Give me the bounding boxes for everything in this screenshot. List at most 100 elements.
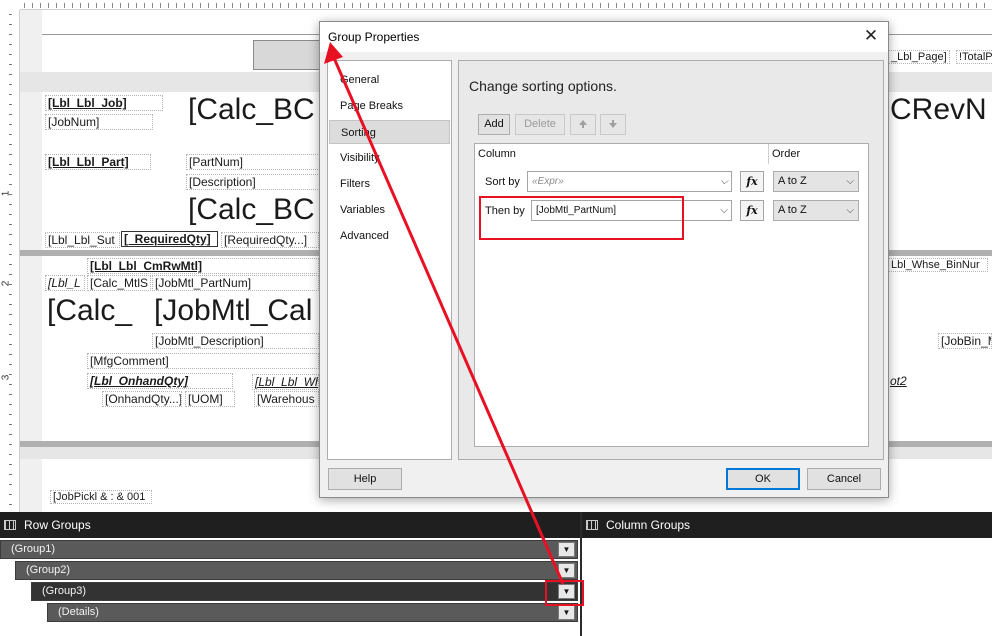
ruler-tick <box>9 254 12 255</box>
ruler-tick <box>984 3 985 8</box>
report-field[interactable]: [Lbl_Lbl_Job] <box>45 95 163 111</box>
report-field[interactable]: _Lbl_Page] <box>888 50 950 64</box>
ruler-tick <box>9 394 12 395</box>
report-field[interactable]: [Calc_ <box>45 294 134 328</box>
arrow-down-icon[interactable] <box>600 114 626 135</box>
report-field[interactable]: !TotalP <box>956 50 992 64</box>
nav-item-filters[interactable]: Filters <box>329 172 450 196</box>
report-field[interactable]: [JobPickl & : & 001 <box>50 490 152 504</box>
report-field[interactable]: [OnhandQty...] <box>102 391 182 407</box>
row-group-item[interactable]: (Group1) ▼ <box>0 540 578 559</box>
dialog-titlebar[interactable]: Group Properties ✕ <box>320 22 888 52</box>
report-field[interactable]: [_RequiredQty] <box>121 231 218 247</box>
nav-item-sorting[interactable]: Sorting <box>329 120 450 144</box>
report-field[interactable]: [JobMtl_Cal <box>152 294 314 328</box>
ruler-tick <box>864 3 865 8</box>
ruler-tick <box>280 3 281 8</box>
add-button[interactable]: Add <box>478 114 510 135</box>
ruler-tick <box>9 134 12 135</box>
nav-item-page-breaks[interactable]: Page Breaks <box>329 94 450 118</box>
delete-button[interactable]: Delete <box>515 114 565 135</box>
row-group-item[interactable]: (Details) ▼ <box>47 603 578 622</box>
close-icon[interactable]: ✕ <box>862 27 880 45</box>
report-field[interactable]: [Calc_MtlS <box>87 275 151 291</box>
report-field[interactable]: [Lbl_L <box>45 275 85 291</box>
group-label: (Group1) <box>11 543 56 555</box>
ruler-tick <box>9 274 12 275</box>
ruler-tick <box>9 354 12 355</box>
report-field[interactable]: [JobNum] <box>45 114 153 130</box>
ruler-tick <box>232 3 233 8</box>
order-header: Order <box>772 148 801 160</box>
properties-nav: General Page Breaks Sorting Visibility F… <box>327 60 452 460</box>
report-field[interactable]: ot2 <box>888 374 909 388</box>
sort-by-expression-combo[interactable]: «Expr» ⌵ <box>527 171 732 192</box>
ruler-tick <box>952 3 953 8</box>
report-field[interactable]: [RequiredQty...] <box>221 232 319 248</box>
arrow-up-icon[interactable] <box>570 114 596 135</box>
row-groups-pane: Row Groups (Group1) ▼ (Group2) ▼ (Group3… <box>0 512 580 636</box>
sort-expressions-grid: Column Order Sort by «Expr» ⌵ fx A to Z … <box>474 143 869 447</box>
report-field[interactable]: Lbl_Whse_BinNur <box>888 258 988 272</box>
nav-item-variables[interactable]: Variables <box>329 198 450 222</box>
chevron-down-icon[interactable]: ⌵ <box>846 172 854 191</box>
chevron-down-icon[interactable]: ⌵ <box>720 172 728 191</box>
help-button[interactable]: Help <box>328 468 402 490</box>
column-groups-title: Column Groups <box>606 518 691 532</box>
report-field[interactable]: [JobBin_M <box>938 333 992 349</box>
row-group-item[interactable]: (Group3) ▼ <box>31 582 578 601</box>
ruler-tick <box>9 374 12 375</box>
ruler-tick <box>784 3 785 8</box>
report-field[interactable]: [Lbl_Lbl_Part] <box>45 154 151 170</box>
ruler-tick <box>9 494 12 495</box>
ruler-tick <box>248 3 249 8</box>
row-group-item[interactable]: (Group2) ▼ <box>15 561 578 580</box>
ruler-tick <box>120 3 121 8</box>
cancel-button[interactable]: Cancel <box>807 468 881 490</box>
nav-item-advanced[interactable]: Advanced <box>329 224 450 248</box>
expression-fx-button[interactable]: fx <box>740 171 764 192</box>
ok-button[interactable]: OK <box>726 468 800 490</box>
chevron-down-icon[interactable]: ⌵ <box>846 201 854 220</box>
ruler-tick <box>9 74 12 75</box>
ruler-tick <box>912 3 913 8</box>
ruler-tick <box>9 44 12 45</box>
ruler-tick <box>832 3 833 8</box>
report-field[interactable]: [Warehous <box>254 391 319 407</box>
group-label: (Group3) <box>42 585 87 597</box>
report-field[interactable]: [Calc_BC <box>186 193 317 227</box>
report-field[interactable]: [Lbl_Lbl_CmRwMtl] <box>87 258 319 274</box>
report-field[interactable]: [JobMtl_Description] <box>152 333 319 349</box>
report-field[interactable]: [Lbl_Lbl_Wh <box>252 374 319 390</box>
report-field[interactable]: [PartNum] <box>186 154 320 170</box>
then-by-order-combo[interactable]: A to Z ⌵ <box>773 200 859 221</box>
panel-heading: Change sorting options. <box>469 78 617 94</box>
ruler-tick <box>592 3 593 8</box>
chevron-down-icon[interactable]: ▼ <box>558 605 575 620</box>
report-field[interactable]: [Lbl_OnhandQty] <box>87 373 233 389</box>
ruler-label: 3 <box>0 374 12 381</box>
nav-item-visibility[interactable]: Visibility <box>329 146 450 170</box>
order-value: A to Z <box>778 204 807 216</box>
report-field[interactable]: [Lbl_Lbl_Sut <box>45 232 120 248</box>
report-field[interactable]: [Description] <box>186 174 320 190</box>
report-field[interactable]: [JobMtl_PartNum] <box>152 275 319 291</box>
nav-item-general[interactable]: General <box>329 68 450 92</box>
report-field[interactable]: [MfgComment] <box>87 353 319 369</box>
ruler-tick <box>816 3 817 8</box>
ruler-tick <box>344 3 345 8</box>
ruler-tick <box>64 3 65 8</box>
ruler-tick <box>136 3 137 8</box>
report-field[interactable]: CRevN <box>888 93 989 127</box>
chevron-down-icon[interactable]: ⌵ <box>720 201 728 220</box>
report-field[interactable]: [UOM] <box>185 391 235 407</box>
sort-by-order-combo[interactable]: A to Z ⌵ <box>773 171 859 192</box>
ruler-tick <box>360 3 361 8</box>
chevron-down-icon[interactable]: ▼ <box>558 563 575 578</box>
chevron-down-icon[interactable]: ▼ <box>558 542 575 557</box>
row-groups-header: Row Groups <box>0 512 580 538</box>
report-field[interactable]: [Calc_BC <box>186 93 317 127</box>
ruler-tick <box>688 3 689 8</box>
expression-fx-button[interactable]: fx <box>740 200 764 221</box>
ruler-tick <box>704 3 705 8</box>
